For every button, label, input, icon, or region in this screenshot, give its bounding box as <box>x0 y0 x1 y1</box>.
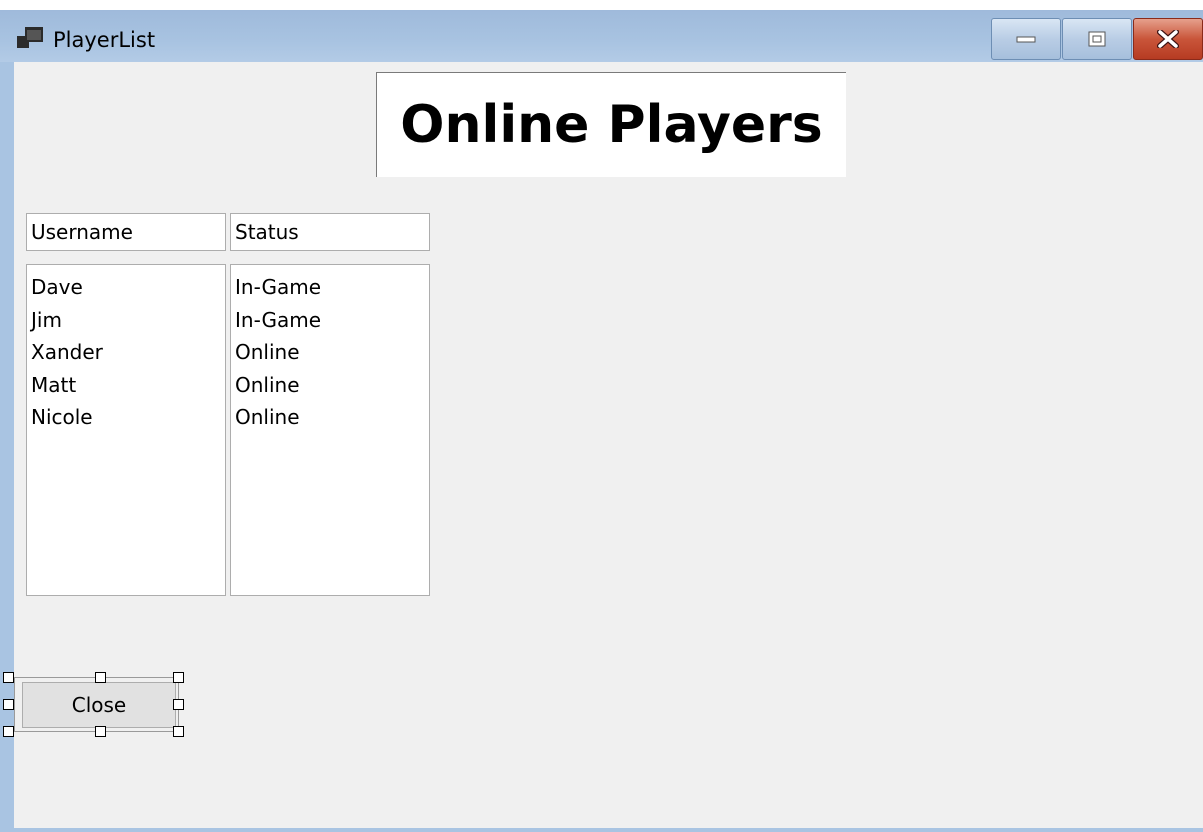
list-item[interactable]: Dave <box>31 271 225 304</box>
resize-handle-bottom-right[interactable] <box>173 726 184 737</box>
list-item[interactable]: Xander <box>31 336 225 369</box>
status-header: Status <box>230 213 430 251</box>
maximize-icon <box>1088 31 1106 47</box>
close-icon <box>1157 30 1179 48</box>
minimize-button[interactable] <box>991 18 1061 60</box>
list-item[interactable]: In-Game <box>235 271 429 304</box>
list-item[interactable]: Online <box>235 369 429 402</box>
list-item[interactable]: Jim <box>31 304 225 337</box>
resize-handle-right[interactable] <box>173 699 184 710</box>
resize-handle-top-left[interactable] <box>3 672 14 683</box>
resize-handle-bottom-left[interactable] <box>3 726 14 737</box>
window-title: PlayerList <box>53 28 156 52</box>
close-button[interactable]: Close <box>22 682 176 728</box>
page-title: Online Players <box>400 95 823 155</box>
resize-handle-left[interactable] <box>3 699 14 710</box>
heading-label-box: Online Players <box>376 72 846 177</box>
resize-handle-bottom[interactable] <box>95 726 106 737</box>
status-listbox[interactable]: In-Game In-Game Online Online Online <box>230 264 430 596</box>
resize-handle-top-right[interactable] <box>173 672 184 683</box>
list-item[interactable]: Matt <box>31 369 225 402</box>
username-listbox[interactable]: Dave Jim Xander Matt Nicole <box>26 264 226 596</box>
list-item[interactable]: In-Game <box>235 304 429 337</box>
minimize-icon <box>1016 36 1036 43</box>
app-icon <box>17 27 43 48</box>
username-header: Username <box>26 213 226 251</box>
resize-handle-top[interactable] <box>95 672 106 683</box>
maximize-button[interactable] <box>1062 18 1132 60</box>
list-item[interactable]: Online <box>235 336 429 369</box>
list-item[interactable]: Nicole <box>31 401 225 434</box>
list-item[interactable]: Online <box>235 401 429 434</box>
close-window-button[interactable] <box>1133 18 1203 60</box>
